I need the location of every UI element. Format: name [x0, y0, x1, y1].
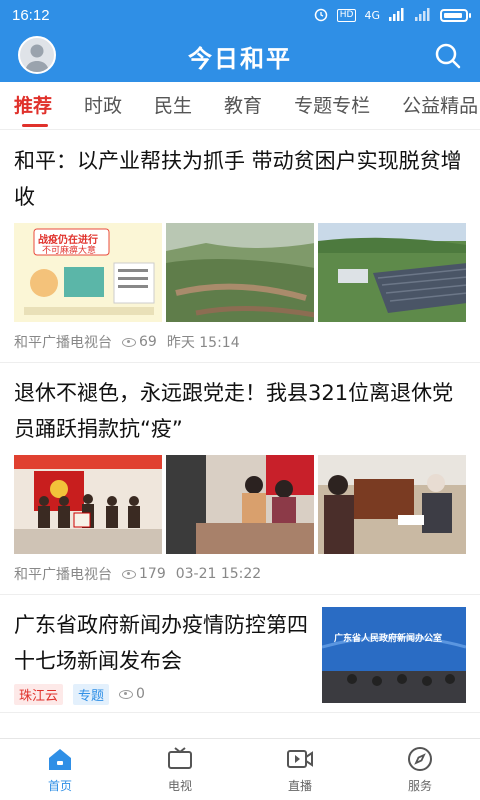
bottom-navigation: 首页 电视 直播 服务	[0, 738, 480, 800]
news-feed: 和平：以产业帮扶为抓手 带动贫困户实现脱贫增收 战疫仍在进行 不可麻痹大意 和平…	[0, 131, 480, 731]
signal-icon-2	[414, 7, 432, 24]
topic-badge: 专题	[73, 683, 110, 705]
tab-livelihood[interactable]: 民生	[140, 82, 192, 129]
search-button[interactable]	[432, 40, 464, 72]
news-time: 03-21 15:22	[175, 566, 262, 582]
view-count: 0	[119, 686, 145, 702]
nav-services[interactable]: 服务	[360, 739, 480, 800]
poster-text-2: 不可麻痹大意	[42, 246, 97, 256]
signal-icon	[388, 7, 406, 24]
nav-services-label: 服务	[407, 779, 432, 793]
tab-recommend[interactable]: 推荐	[0, 82, 52, 129]
news-item[interactable]: 和平：以产业帮扶为抓手 带动贫困户实现脱贫增收 战疫仍在进行 不可麻痹大意 和平…	[0, 131, 480, 363]
search-icon	[435, 43, 461, 69]
network-type: 4G	[364, 8, 380, 22]
news-meta: 和平广播电视台 69 昨天 15:14	[14, 322, 466, 362]
thumbnail-office-meeting[interactable]	[166, 455, 314, 554]
news-item[interactable]: 广东省政府新闻办疫情防控第四十七场新闻发布会 珠江云 专题 0 广东省人民政府新…	[0, 595, 480, 713]
news-source: 和平广播电视台	[14, 567, 112, 583]
category-tabs: 推荐 时政 民生 教育 专题专栏 公益精品	[0, 82, 480, 130]
tv-icon	[168, 747, 192, 769]
view-count-value: 69	[139, 334, 157, 350]
nav-live-label: 直播	[287, 779, 312, 793]
tab-education[interactable]: 教育	[210, 82, 262, 129]
news-title[interactable]: 和平：以产业帮扶为抓手 带动贫困户实现脱贫增收	[14, 131, 466, 215]
nav-home-label: 首页	[47, 779, 72, 793]
thumbnail-donation-group[interactable]	[14, 455, 162, 554]
home-icon	[49, 749, 71, 770]
thumbnail-elder-donation[interactable]	[318, 455, 466, 554]
user-avatar[interactable]	[18, 36, 56, 74]
nav-live[interactable]: 直播	[240, 739, 360, 800]
battery-icon	[440, 8, 471, 22]
live-video-icon	[287, 750, 313, 768]
status-bar: 16:12 HD 4G	[0, 0, 480, 30]
news-title[interactable]: 退休不褪色，永远跟党走！我县321位离退休党员踊跃捐款抗“疫”	[14, 363, 466, 447]
thumbnail-poster[interactable]: 战疫仍在进行 不可麻痹大意	[14, 223, 162, 322]
thumbnail-row	[14, 455, 466, 554]
news-title[interactable]: 广东省政府新闻办疫情防控第四十七场新闻发布会	[14, 607, 312, 679]
view-count: 179	[122, 566, 166, 582]
eye-icon	[119, 689, 134, 699]
hd-badge: HD	[336, 8, 357, 22]
tab-public-welfare[interactable]: 公益精品	[388, 82, 478, 129]
status-time: 16:12	[12, 6, 50, 24]
press-banner-text: 广东省人民政府新闻办公室	[334, 634, 443, 644]
nav-home[interactable]: 首页	[0, 739, 120, 800]
news-time: 昨天 15:14	[166, 335, 240, 351]
news-item[interactable]: 退休不褪色，永远跟党走！我县321位离退休党员踊跃捐款抗“疫” 和平广播电视台 …	[0, 363, 480, 595]
tab-special-topics[interactable]: 专题专栏	[280, 82, 370, 129]
compass-icon	[408, 747, 432, 771]
news-meta: 珠江云 专题 0	[14, 679, 312, 709]
thumbnail-row: 战疫仍在进行 不可麻痹大意	[14, 223, 466, 322]
view-count-value: 0	[136, 686, 145, 702]
nav-tv-label: 电视	[167, 779, 192, 793]
nav-tv[interactable]: 电视	[120, 739, 240, 800]
thumbnail-press-conference[interactable]: 广东省人民政府新闻办公室	[322, 607, 466, 703]
thumbnail-farmland[interactable]	[166, 223, 314, 322]
view-count-value: 179	[139, 566, 166, 582]
app-header: 今日和平	[0, 30, 480, 82]
news-meta: 和平广播电视台 179 03-21 15:22	[14, 554, 466, 594]
eye-icon	[122, 569, 136, 579]
page-title: 今日和平	[188, 44, 292, 73]
thumbnail-greenhouse[interactable]	[318, 223, 466, 322]
alarm-icon	[313, 6, 329, 25]
news-source: 和平广播电视台	[14, 335, 112, 351]
source-badge: 珠江云	[14, 683, 64, 705]
tab-politics[interactable]: 时政	[70, 82, 122, 129]
eye-icon	[122, 337, 136, 347]
view-count: 69	[122, 334, 157, 350]
